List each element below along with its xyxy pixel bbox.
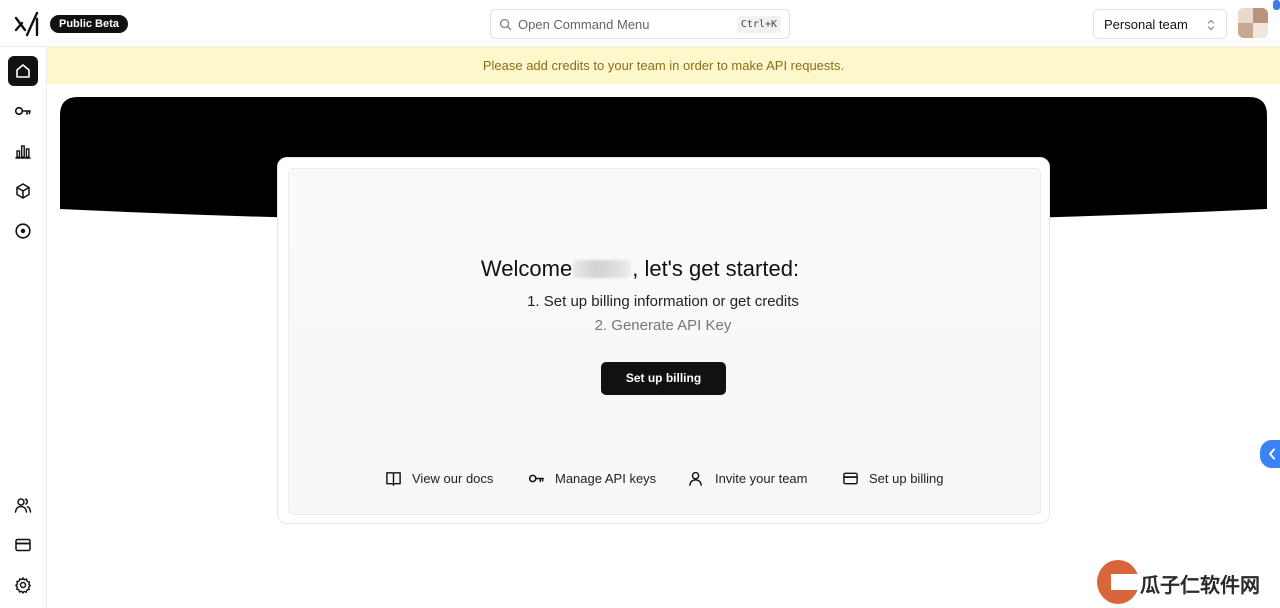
watermark-text: 瓜子仁软件网 bbox=[1140, 575, 1260, 597]
search-icon bbox=[499, 18, 512, 31]
command-menu-search[interactable]: Open Command Menu Ctrl+K bbox=[490, 9, 790, 39]
banner-text: Please add credits to your team in order… bbox=[482, 58, 845, 73]
watermark: 瓜子仁软件网 bbox=[1097, 560, 1280, 608]
step-2: 2. Generate API Key bbox=[594, 317, 732, 334]
credits-warning-banner: Please add credits to your team in order… bbox=[47, 47, 1280, 84]
xai-logo-icon[interactable] bbox=[13, 10, 41, 38]
watermark-logo-icon bbox=[1097, 560, 1139, 604]
manage-api-keys-label: Manage API keys bbox=[555, 470, 657, 486]
welcome-suffix: , let's get started: bbox=[632, 256, 800, 281]
cube-icon bbox=[16, 183, 30, 199]
home-icon bbox=[16, 64, 30, 78]
set-up-billing-link[interactable]: Set up billing bbox=[842, 468, 943, 488]
sidebar-item-api-keys[interactable] bbox=[8, 96, 38, 126]
welcome-card-inner bbox=[288, 168, 1041, 515]
chevron-left-icon bbox=[1269, 448, 1275, 460]
command-menu-placeholder: Open Command Menu bbox=[518, 17, 650, 32]
playground-icon bbox=[15, 223, 31, 239]
side-panel-toggle[interactable] bbox=[1260, 440, 1280, 468]
chevron-up-down-icon bbox=[1207, 19, 1215, 31]
sidebar-item-usage[interactable] bbox=[8, 136, 38, 166]
shortcut-badge: Ctrl+K bbox=[736, 16, 781, 33]
set-up-billing-button[interactable]: Set up billing bbox=[601, 362, 726, 395]
welcome-heading: Welcome , let's get started: bbox=[0, 256, 1280, 282]
bar-chart-icon bbox=[15, 145, 31, 159]
sidebar-item-settings[interactable] bbox=[8, 570, 38, 600]
sidebar-item-home[interactable] bbox=[8, 56, 38, 86]
public-beta-badge: Public Beta bbox=[50, 15, 128, 33]
credit-card-icon bbox=[843, 472, 858, 484]
key-icon bbox=[528, 474, 544, 482]
sidebar-item-models[interactable] bbox=[8, 176, 38, 206]
credit-card-icon bbox=[15, 538, 31, 552]
welcome-prefix: Welcome bbox=[480, 256, 573, 281]
manage-api-keys-link[interactable]: Manage API keys bbox=[528, 468, 656, 488]
user-avatar[interactable] bbox=[1238, 8, 1268, 38]
key-icon bbox=[14, 106, 31, 116]
users-icon bbox=[14, 498, 32, 513]
book-icon bbox=[386, 471, 401, 486]
invite-team-link[interactable]: Invite your team bbox=[688, 468, 808, 488]
top-bar: Public Beta Open Command Menu Ctrl+K Per… bbox=[0, 0, 1280, 47]
step-1: 1. Set up billing information or get cre… bbox=[527, 293, 799, 310]
scroll-indicator bbox=[1273, 0, 1280, 10]
set-up-billing-label: Set up billing bbox=[869, 470, 944, 486]
gear-icon bbox=[15, 577, 31, 594]
sidebar-item-playground[interactable] bbox=[8, 216, 38, 246]
view-docs-label: View our docs bbox=[412, 470, 494, 486]
sidebar-item-team[interactable] bbox=[8, 490, 38, 520]
view-docs-link[interactable]: View our docs bbox=[385, 468, 493, 488]
blurred-username bbox=[573, 260, 632, 278]
team-selector-value: Personal team bbox=[1104, 17, 1188, 32]
team-selector[interactable]: Personal team bbox=[1093, 9, 1227, 39]
sidebar-item-billing[interactable] bbox=[8, 530, 38, 560]
user-icon bbox=[689, 471, 702, 486]
invite-team-label: Invite your team bbox=[715, 470, 808, 486]
